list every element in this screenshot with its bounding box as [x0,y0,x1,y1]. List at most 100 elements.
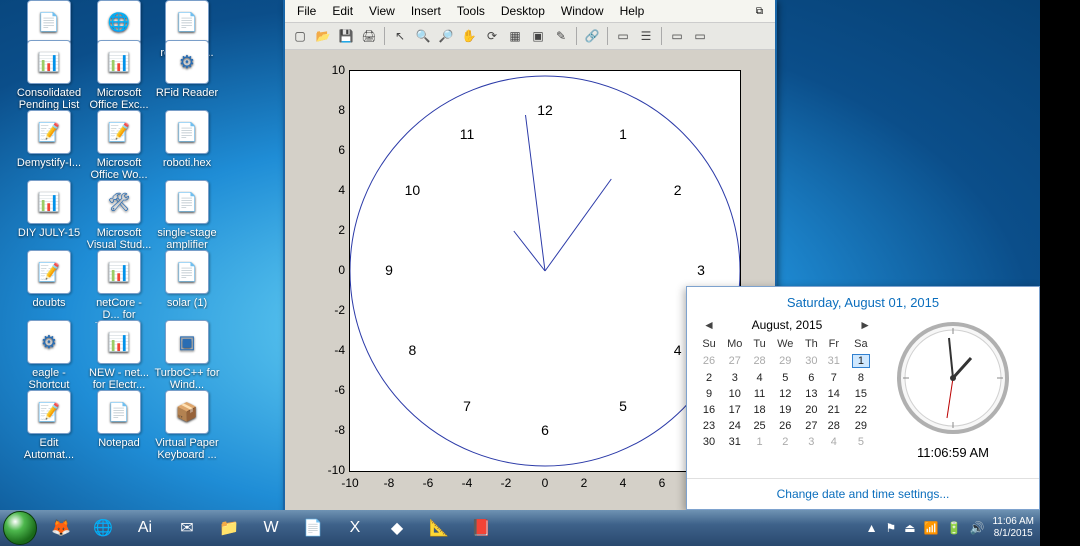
calendar-day[interactable]: 31 [721,434,748,450]
calendar-day[interactable]: 1 [748,434,770,450]
tray-clock[interactable]: 11:06 AM 8/1/2015 [992,516,1034,540]
data-cursor-button[interactable]: ▣ [527,25,549,47]
calendar-day[interactable]: 11 [748,386,770,402]
desktop-icon[interactable]: 📝doubts [16,250,82,309]
calendar-day[interactable]: 25 [748,418,770,434]
calendar-day[interactable]: 5 [771,370,800,386]
calendar-day[interactable]: 1 [845,352,877,370]
desktop-icon[interactable]: 📊netCore - D... for Electron... [86,250,152,323]
calendar-day[interactable]: 9 [697,386,721,402]
brush-button[interactable]: ✎ [550,25,572,47]
calendar-day[interactable]: 21 [823,402,845,418]
calendar-day[interactable]: 22 [845,402,877,418]
desktop-icon[interactable]: ⚙RFid Reader [154,40,220,99]
desktop-icon[interactable]: 📄single-stage amplifier [154,180,220,251]
zoom-in-button[interactable]: 🔍 [412,25,434,47]
annotation2-button[interactable]: ▭ [689,25,711,47]
menu-window[interactable]: Window [555,2,610,20]
battery-icon[interactable]: 🔋 [947,521,962,535]
taskbar-item-pdf[interactable]: 📕 [460,513,502,543]
calendar-day[interactable]: 29 [771,352,800,370]
desktop-icon[interactable]: 📊Consolidated Pending List [16,40,82,111]
calendar-day[interactable]: 27 [721,352,748,370]
desktop-icon[interactable]: ▣TurboC++ for Wind... [154,320,220,391]
desktop-icon[interactable]: 📝Microsoft Office Wo... [86,110,152,181]
calendar-day[interactable]: 18 [748,402,770,418]
network-icon[interactable]: 📶 [924,521,939,535]
desktop-icon[interactable]: 📝Edit Automat... [16,390,82,461]
calendar-day[interactable]: 2 [771,434,800,450]
calendar-day[interactable]: 10 [721,386,748,402]
taskbar-item-word[interactable]: W [250,513,292,543]
arrow-button[interactable]: ↖ [389,25,411,47]
menu-insert[interactable]: Insert [405,2,447,20]
change-date-time-link[interactable]: Change date and time settings... [687,478,1039,509]
calendar-day[interactable]: 3 [721,370,748,386]
rotate-button[interactable]: ⟳ [481,25,503,47]
calendar-day[interactable]: 12 [771,386,800,402]
calendar-day[interactable]: 2 [697,370,721,386]
new-file-button[interactable]: ▢ [289,25,311,47]
calendar-day[interactable]: 24 [721,418,748,434]
annotation-button[interactable]: ▭ [666,25,688,47]
restore-icon[interactable]: ⧉ [750,4,769,19]
desktop-icon[interactable]: 📊Microsoft Office Exc... [86,40,152,111]
menu-view[interactable]: View [363,2,401,20]
next-month-button[interactable]: ► [853,318,877,332]
calendar-day[interactable]: 30 [697,434,721,450]
open-file-button[interactable]: 📂 [312,25,334,47]
menu-edit[interactable]: Edit [326,2,359,20]
taskbar-item-app[interactable]: ◆ [376,513,418,543]
taskbar-item-firefox[interactable]: 🦊 [40,513,82,543]
calendar-day[interactable]: 15 [845,386,877,402]
desktop-icon[interactable]: 📝Demystify-I... [16,110,82,169]
taskbar-item-illustrator[interactable]: Ai [124,513,166,543]
action-center-icon[interactable]: ⚑ [886,521,897,535]
desktop-icon[interactable]: 📊NEW - net... for Electr... [86,320,152,391]
calendar-day[interactable]: 4 [823,434,845,450]
calendar-day[interactable]: 31 [823,352,845,370]
calendar-day[interactable]: 19 [771,402,800,418]
start-button[interactable] [0,510,40,546]
menu-file[interactable]: File [291,2,322,20]
save-button[interactable]: 💾 [335,25,357,47]
print-button[interactable]: 🖨 [358,25,380,47]
calendar-day[interactable]: 6 [800,370,823,386]
calendar-grid[interactable]: SuMoTuWeThFrSa26272829303112345678910111… [697,336,877,450]
calendar-day[interactable]: 14 [823,386,845,402]
taskbar-item-thunderbird[interactable]: ✉ [166,513,208,543]
calendar-day[interactable]: 20 [800,402,823,418]
desktop-icon[interactable]: 📄roboti.hex [154,110,220,169]
calendar-day[interactable]: 29 [845,418,877,434]
menu-desktop[interactable]: Desktop [495,2,551,20]
insert-legend-button[interactable]: ☰ [635,25,657,47]
link-button[interactable]: 🔗 [581,25,603,47]
calendar-day[interactable]: 26 [771,418,800,434]
taskbar-item-explorer[interactable]: 📁 [208,513,250,543]
calendar-day[interactable]: 17 [721,402,748,418]
calendar-day[interactable]: 30 [800,352,823,370]
calendar-day[interactable]: 8 [845,370,877,386]
calendar-day[interactable]: 28 [823,418,845,434]
figure-plot-area[interactable]: 123456789101112 [349,70,741,472]
desktop-icon[interactable]: 📄Notepad [86,390,152,449]
calendar-day[interactable]: 27 [800,418,823,434]
month-label[interactable]: August, 2015 [752,318,823,332]
zoom-out-button[interactable]: 🔎 [435,25,457,47]
calendar-day[interactable]: 26 [697,352,721,370]
taskbar-item-chrome[interactable]: 🌐 [82,513,124,543]
calendar-day[interactable]: 28 [748,352,770,370]
calendar-day[interactable]: 7 [823,370,845,386]
menu-help[interactable]: Help [614,2,651,20]
desktop-icon[interactable]: 🛠Microsoft Visual Stud... [86,180,152,251]
taskbar-item-matlab[interactable]: 📐 [418,513,460,543]
desktop-icon[interactable]: 📄solar (1) [154,250,220,309]
pan-button[interactable]: ✋ [458,25,480,47]
prev-month-button[interactable]: ◄ [697,318,721,332]
calendar-day[interactable]: 4 [748,370,770,386]
calendar-day[interactable]: 13 [800,386,823,402]
taskbar-item-libre[interactable]: 📄 [292,513,334,543]
calendar-day[interactable]: 5 [845,434,877,450]
insert-colorbar-button[interactable]: ▭ [612,25,634,47]
taskbar-item-excel[interactable]: X [334,513,376,543]
